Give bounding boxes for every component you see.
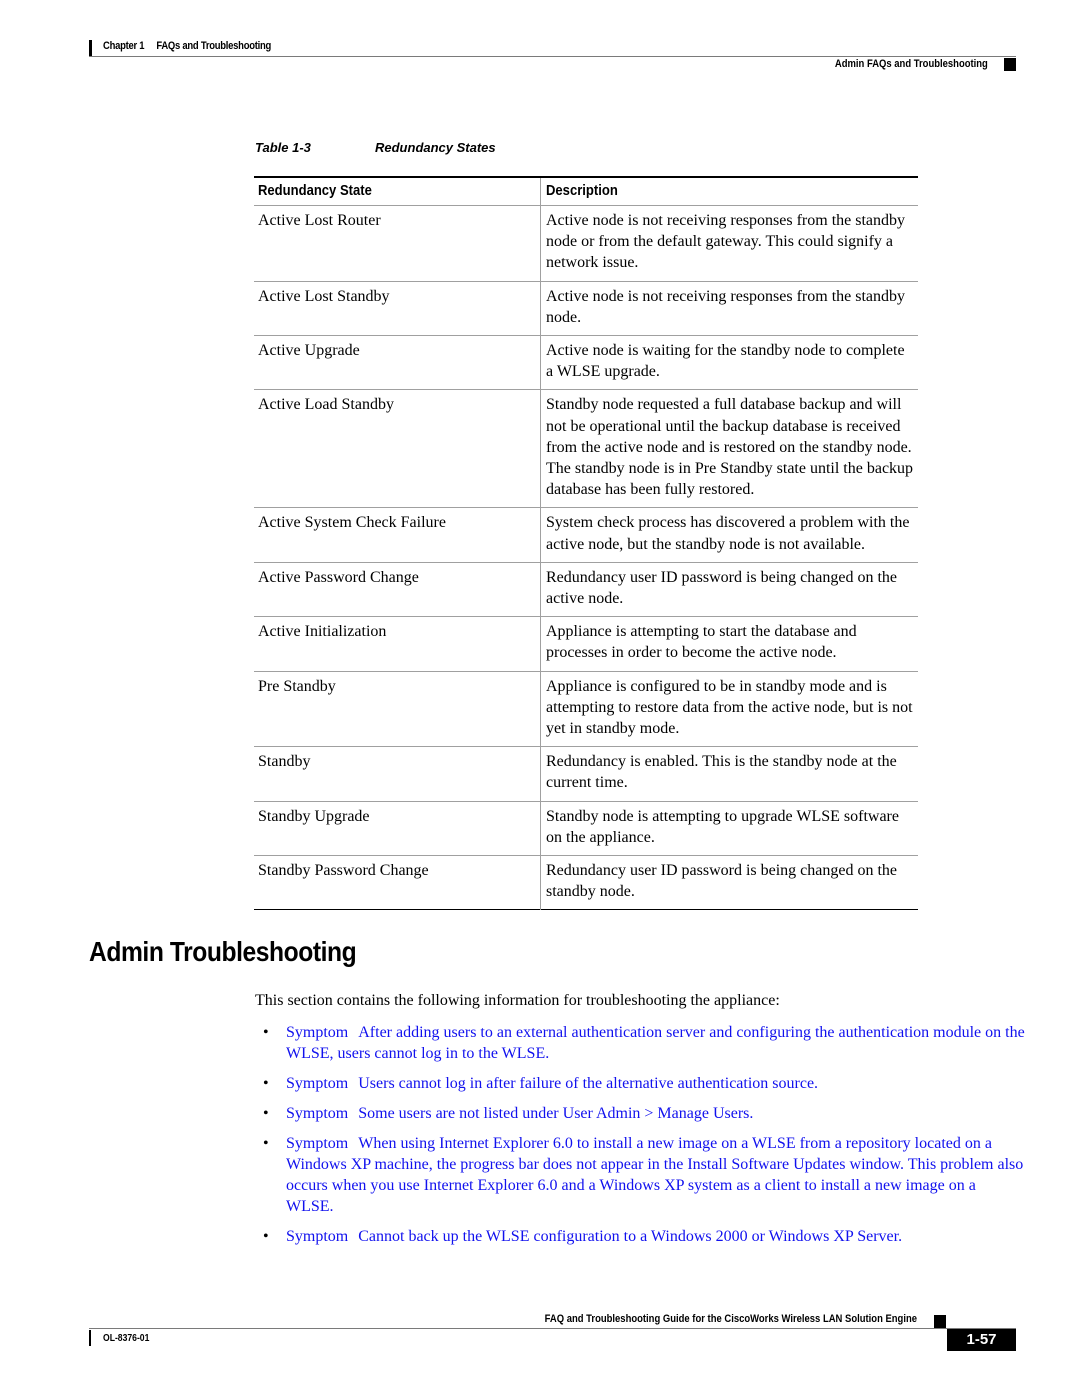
- symptom-label: Symptom: [286, 1228, 349, 1245]
- table-row: Active Password Change Redundancy user ID…: [254, 562, 918, 617]
- symptom-link[interactable]: Symptom When using Internet Explorer 6.0 …: [286, 1135, 1023, 1215]
- header-left-bar: [89, 40, 92, 56]
- symptom-text: Some users are not listed under User Adm…: [358, 1105, 754, 1122]
- symptom-label: Symptom: [286, 1024, 349, 1041]
- bullet-icon: •: [263, 1228, 269, 1245]
- table-caption-number: Table 1-3: [255, 140, 311, 155]
- column-header-state: Redundancy State: [254, 177, 541, 206]
- cell-redundancy-state: Active System Check Failure: [254, 507, 541, 563]
- running-header-section: Admin FAQs and Troubleshooting: [835, 58, 988, 70]
- table-row: Standby Password Change Redundancy user I…: [254, 855, 918, 910]
- cell-redundancy-state: Standby Upgrade: [254, 801, 541, 856]
- table-row: Active Load Standby Standby node requeste…: [254, 389, 918, 508]
- cell-description: Active node is waiting for the standby n…: [546, 342, 905, 381]
- cell-redundancy-state: Active Load Standby: [254, 389, 541, 508]
- symptom-link[interactable]: Symptom Cannot back up the WLSE configura…: [286, 1228, 902, 1245]
- header-marker-block: [1004, 58, 1016, 71]
- footer-doc-number: OL-8376-01: [103, 1333, 150, 1344]
- chapter-label: Chapter 1: [103, 40, 145, 52]
- cell-redundancy-state: Standby: [254, 746, 541, 802]
- cell-description: Redundancy is enabled. This is the stand…: [546, 753, 897, 792]
- footer-left-bar: [89, 1330, 91, 1346]
- cell-description: Active node is not receiving responses f…: [546, 287, 906, 326]
- table-caption-title: Redundancy States: [375, 140, 496, 155]
- symptom-label: Symptom: [286, 1105, 349, 1122]
- symptom-text: After adding users to an external authen…: [286, 1024, 1025, 1062]
- bullet-icon: •: [263, 1105, 269, 1122]
- table-header-row: Redundancy State Description: [254, 177, 918, 206]
- symptom-list: • Symptom After adding users to an externa…: [255, 1022, 1025, 1256]
- bullet-icon: •: [263, 1024, 269, 1041]
- table-row: Pre Standby Appliance is configured to be…: [254, 671, 918, 747]
- symptom-label: Symptom: [286, 1075, 349, 1092]
- symptom-link[interactable]: Symptom After adding users to an external…: [286, 1024, 1025, 1062]
- symptom-list-item: • Symptom Some users are not listed under …: [255, 1103, 1025, 1124]
- cell-redundancy-state: Active Lost Standby: [254, 281, 541, 336]
- symptom-text: Cannot back up the WLSE configuration to…: [358, 1228, 903, 1245]
- header-rule: [89, 56, 1016, 57]
- cell-description: Redundancy user ID password is being cha…: [546, 568, 898, 608]
- redundancy-states-table: Redundancy State Description Active Lost…: [254, 176, 918, 910]
- section-intro: This section contains the following info…: [255, 992, 780, 1009]
- footer-marker-block: [934, 1315, 946, 1329]
- cell-redundancy-state: Active Lost Router: [254, 205, 541, 282]
- footer-guide-title: FAQ and Troubleshooting Guide for the Ci…: [544, 1313, 917, 1325]
- cell-description: Appliance is configured to be in standby…: [546, 677, 913, 738]
- symptom-text: When using Internet Explorer 6.0 to inst…: [286, 1135, 1024, 1215]
- symptom-link[interactable]: Symptom Some users are not listed under U…: [286, 1105, 753, 1122]
- symptom-text: Users cannot log in after failure of the…: [358, 1075, 819, 1092]
- table-row: Active Lost Router Active node is not rec…: [254, 205, 918, 282]
- section-heading: Admin Troubleshooting: [89, 936, 357, 967]
- cell-description: Redundancy user ID password is being cha…: [546, 862, 898, 901]
- bullet-icon: •: [263, 1135, 269, 1152]
- cell-description: Standby node requested a full database b…: [546, 396, 914, 499]
- page-number-badge: 1-57: [947, 1329, 1016, 1351]
- cell-redundancy-state: Active Initialization: [254, 616, 541, 672]
- cell-redundancy-state: Active Password Change: [254, 562, 541, 617]
- cell-description: Standby node is attempting to upgrade WL…: [546, 807, 899, 846]
- symptom-list-item: • Symptom After adding users to an externa…: [255, 1022, 1025, 1064]
- table-row: Active Upgrade Active node is waiting for…: [254, 335, 918, 390]
- cell-description: Active node is not receiving responses f…: [546, 212, 906, 272]
- table-row: Active Lost Standby Active node is not re…: [254, 281, 918, 336]
- chapter-title: FAQs and Troubleshooting: [156, 40, 272, 52]
- cell-description: Appliance is attempting to start the dat…: [546, 623, 857, 662]
- cell-redundancy-state: Pre Standby: [254, 671, 541, 747]
- symptom-list-item: • Symptom When using Internet Explorer 6.0…: [255, 1133, 1025, 1217]
- table-caption: Table 1-3 Redundancy States: [255, 140, 496, 155]
- cell-redundancy-state: Standby Password Change: [254, 855, 541, 910]
- table-row: Standby Redundancy is enabled. This is th…: [254, 746, 918, 802]
- symptom-link[interactable]: Symptom Users cannot log in after failure…: [286, 1075, 818, 1092]
- symptom-list-item: • Symptom Cannot back up the WLSE configur…: [255, 1226, 1025, 1247]
- table-row: Active Initialization Appliance is attemp…: [254, 616, 918, 672]
- cell-description: System check process has discovered a pr…: [546, 514, 910, 553]
- symptom-label: Symptom: [286, 1135, 349, 1152]
- column-header-description: Description: [546, 183, 618, 199]
- symptom-list-item: • Symptom Users cannot log in after failur…: [255, 1073, 1025, 1094]
- table-row: Standby Upgrade Standby node is attemptin…: [254, 801, 918, 856]
- running-header-chapter: Chapter 1 FAQs and Troubleshooting: [103, 40, 271, 52]
- bullet-icon: •: [263, 1075, 269, 1092]
- cell-redundancy-state: Active Upgrade: [254, 335, 541, 390]
- table-row: Active System Check Failure System check …: [254, 507, 918, 563]
- footer-rule: [89, 1328, 1016, 1329]
